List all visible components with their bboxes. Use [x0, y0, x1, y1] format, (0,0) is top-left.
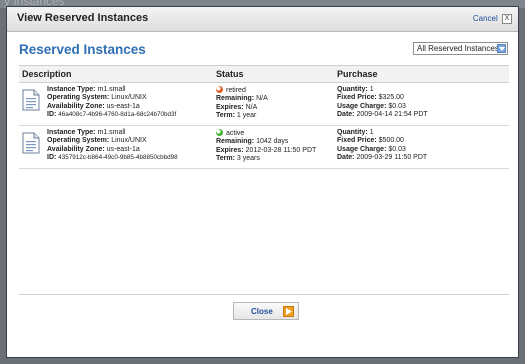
table-row: Instance Type: m1.small Operating System…: [19, 83, 509, 126]
usage-charge-value: $0.03: [388, 102, 406, 110]
status-value: retired: [226, 87, 246, 94]
column-header-description: Description: [22, 69, 72, 79]
cancel-label: Cancel: [472, 14, 498, 24]
instance-filter-select[interactable]: All Reserved Instances: [413, 42, 508, 55]
reserved-instances-dialog: View Reserved Instances Cancel X Reserve…: [6, 6, 519, 358]
document-icon: [22, 132, 40, 156]
id-label: ID:: [47, 154, 57, 162]
dialog-title: View Reserved Instances: [17, 12, 149, 24]
instance-description: Instance Type: m1.small Operating System…: [47, 86, 176, 120]
az-label: Availability Zone:: [47, 102, 105, 110]
term-label: Term:: [216, 155, 235, 163]
id-label: ID:: [47, 111, 57, 119]
os-label: Operating System:: [47, 137, 110, 145]
expires-label: Expires:: [216, 146, 244, 154]
arrow-right-icon: [283, 306, 294, 317]
az-label: Availability Zone:: [47, 145, 105, 153]
usage-charge-label: Usage Charge:: [337, 102, 387, 110]
quantity-label: Quantity:: [337, 129, 368, 136]
expires-value: 2012-03-28 11:50 PDT: [245, 146, 317, 154]
expires-value: N/A: [245, 103, 258, 111]
quantity-value: 1: [369, 86, 374, 93]
footer-divider: [19, 294, 509, 295]
instance-type-label: Instance Type:: [47, 86, 96, 93]
filter-selected-value: All Reserved Instances: [417, 44, 499, 53]
az-value: us-east-1a: [106, 145, 140, 153]
remaining-label: Remaining:: [216, 138, 255, 146]
close-button[interactable]: Close: [233, 302, 299, 320]
instance-status: active Remaining: 1042 days Expires: 201…: [216, 129, 316, 164]
table-row: Instance Type: m1.small Operating System…: [19, 126, 509, 169]
expires-label: Expires:: [216, 103, 244, 111]
instance-type-label: Instance Type:: [47, 129, 96, 136]
os-value: Linux/UNIX: [111, 94, 147, 102]
remaining-value: N/A: [256, 95, 268, 103]
table-header: Description Status Purchase: [19, 65, 509, 83]
date-value: 2009-03-29 11:50 PDT: [356, 154, 428, 162]
os-label: Operating System:: [47, 94, 110, 102]
date-label: Date:: [337, 154, 355, 162]
fixed-price-label: Fixed Price:: [337, 137, 377, 145]
fixed-price-value: $325.00: [378, 94, 404, 102]
term-value: 1 year: [236, 112, 257, 120]
remaining-label: Remaining:: [216, 95, 255, 103]
date-label: Date:: [337, 111, 355, 119]
os-value: Linux/UNIX: [111, 137, 147, 145]
column-header-status: Status: [216, 69, 244, 79]
instance-status: retired Remaining: N/A Expires: N/A Term…: [216, 86, 268, 121]
instance-purchase: Quantity: 1 Fixed Price: $325.00 Usage C…: [337, 86, 428, 120]
cancel-link[interactable]: Cancel X: [473, 14, 512, 24]
section-heading: Reserved Instances: [19, 42, 146, 57]
chevron-down-icon[interactable]: [497, 44, 506, 53]
term-label: Term:: [216, 112, 235, 120]
usage-charge-value: $0.03: [388, 145, 406, 153]
status-dot-icon: [216, 86, 223, 93]
quantity-value: 1: [369, 129, 374, 136]
date-value: 2009-04-14 21:54 PDT: [356, 111, 428, 119]
instance-purchase: Quantity: 1 Fixed Price: $500.00 Usage C…: [337, 129, 427, 163]
column-header-purchase: Purchase: [337, 69, 378, 79]
quantity-label: Quantity:: [337, 86, 368, 93]
instance-description: Instance Type: m1.small Operating System…: [47, 129, 178, 163]
document-icon: [22, 89, 40, 113]
instance-type-value: m1.small: [97, 86, 126, 93]
term-value: 3 years: [236, 155, 260, 163]
az-value: us-east-1a: [106, 102, 140, 110]
instance-type-value: m1.small: [97, 129, 126, 136]
status-dot-icon: [216, 129, 223, 136]
status-value: active: [226, 130, 245, 137]
fixed-price-value: $500.00: [378, 137, 404, 145]
id-value: 46a408c7-4b96-4760-8d1a-68c24b70bd3f: [58, 111, 177, 119]
id-value: 4357912c-b864-49c0-9b85-4b8850cbbd98: [58, 154, 178, 162]
remaining-value: 1042 days: [256, 138, 289, 146]
close-icon[interactable]: X: [502, 14, 512, 24]
dialog-titlebar: View Reserved Instances Cancel X: [7, 7, 518, 32]
close-button-label: Close: [251, 307, 273, 316]
reserved-instances-table: Description Status Purchase Instance Typ…: [19, 65, 509, 169]
usage-charge-label: Usage Charge:: [337, 145, 387, 153]
fixed-price-label: Fixed Price:: [337, 94, 377, 102]
